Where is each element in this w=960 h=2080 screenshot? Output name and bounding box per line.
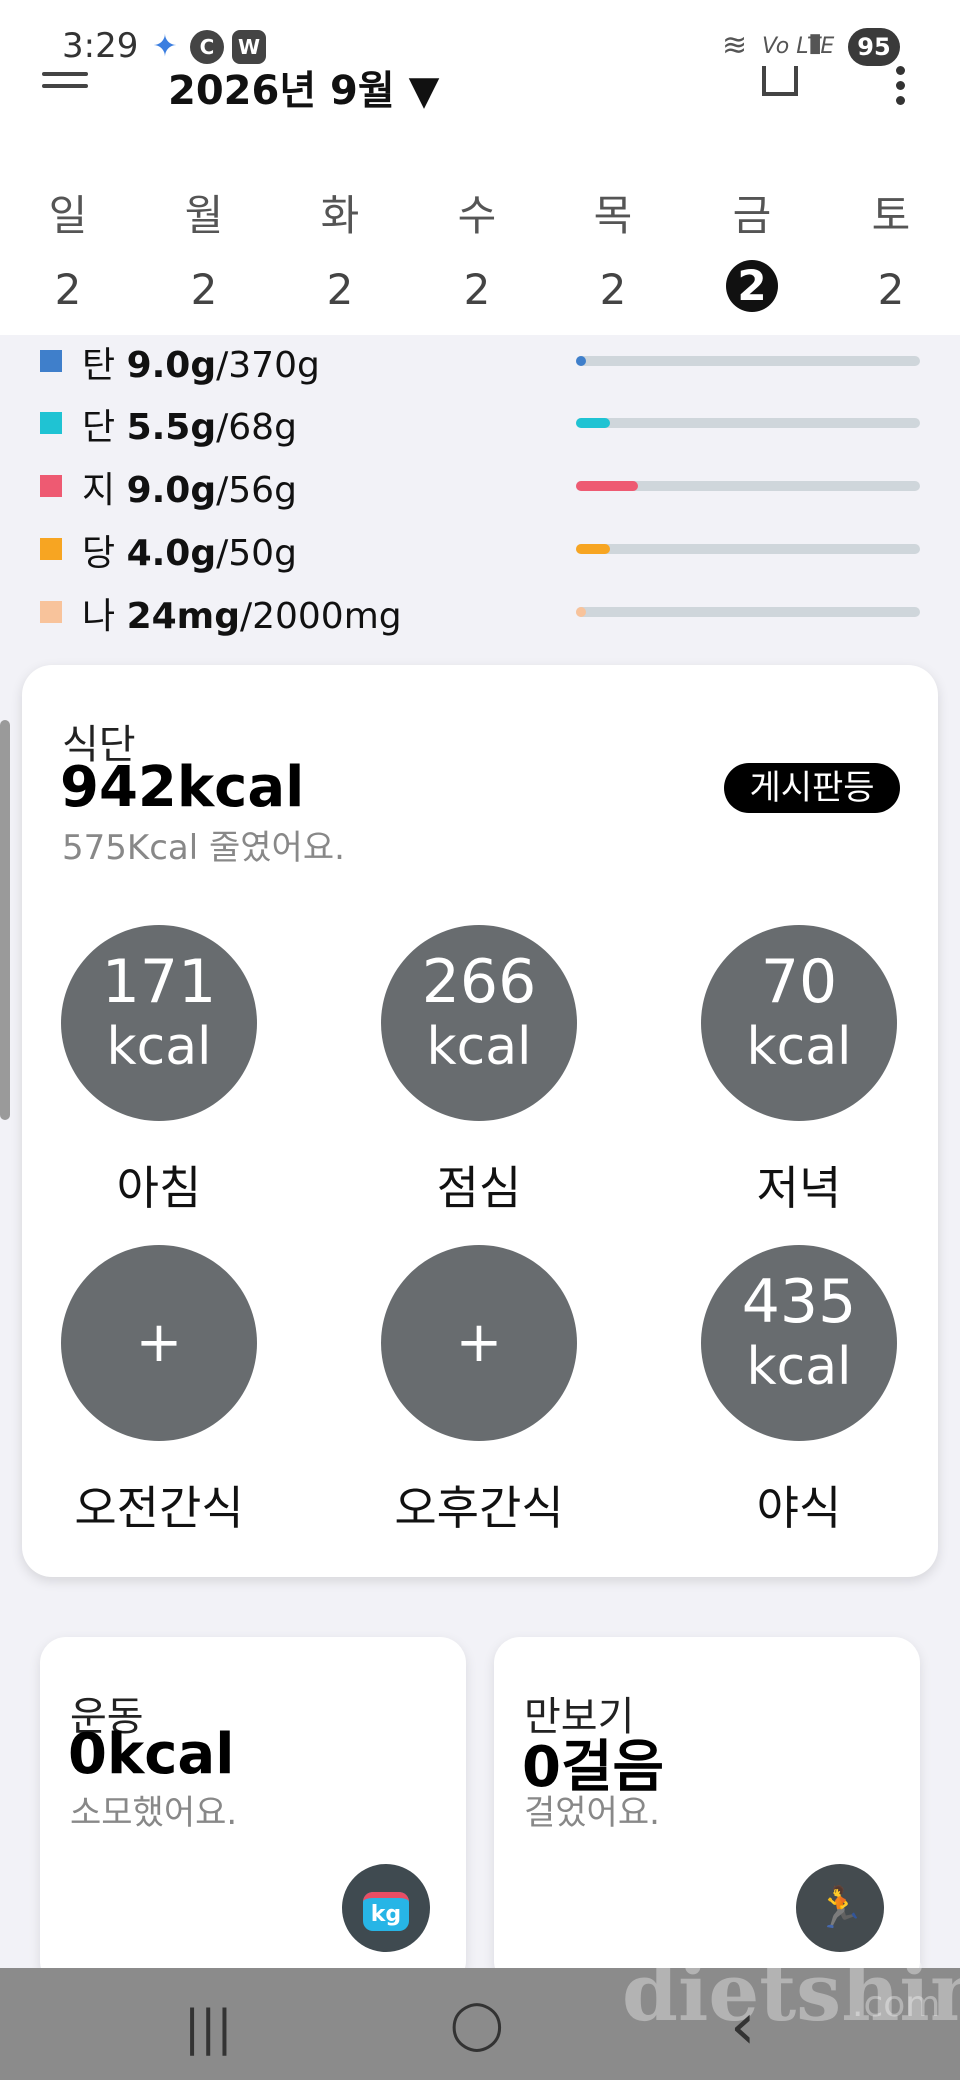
late-night-snack-unit: kcal <box>746 1337 852 1397</box>
wifi-icon: ≋ <box>722 28 748 63</box>
nutrient-goal: /68g <box>216 407 297 448</box>
afternoon-snack-label: 오후간식 <box>394 1481 564 1535</box>
lunch-unit: kcal <box>426 1017 532 1077</box>
calendar-icon[interactable] <box>762 66 798 96</box>
weekday-tue: 화 <box>320 191 360 240</box>
month-selector[interactable]: 2026년 9월 ▼ <box>168 58 439 116</box>
nutrient-progress-fill <box>576 544 611 554</box>
dinner-label: 저녁 <box>756 1161 842 1215</box>
kettlebell-text: kg <box>362 1892 410 1931</box>
date-wed[interactable]: 2 <box>437 265 517 314</box>
nutrient-row-sugar: 당 4.0g/50g <box>40 528 920 576</box>
board-button[interactable]: 게시판등 <box>724 763 900 813</box>
nutrient-row-carbs: 탄 9.0g/370g <box>40 340 920 388</box>
nutrient-goal: /50g <box>216 533 297 574</box>
fat-color-swatch <box>40 475 62 497</box>
breakfast-label: 아침 <box>116 1161 202 1215</box>
weekday-wed: 수 <box>457 191 497 240</box>
weekday-sat: 토 <box>871 191 911 240</box>
lunch-kcal: 266 <box>421 947 537 1017</box>
home-button[interactable]: ◯ <box>450 1996 504 2052</box>
kettlebell-icon[interactable]: kg <box>342 1864 430 1952</box>
nutrient-goal: /56g <box>216 470 297 511</box>
date-sun[interactable]: 2 <box>28 265 108 314</box>
battery-indicator: 95 <box>848 28 900 66</box>
breakfast-kcal: 171 <box>101 947 217 1017</box>
late-night-snack-button[interactable]: 435 kcal <box>701 1245 897 1441</box>
runner-icon[interactable]: 🏃 <box>796 1864 884 1952</box>
nutrient-progress-fill <box>576 418 611 428</box>
volte-label: Vo LTE <box>762 34 835 59</box>
morning-snack-label: 오전간식 <box>74 1481 244 1535</box>
nutrient-progress-fill <box>576 607 587 617</box>
exercise-sub: 소모했어요. <box>70 1793 238 1833</box>
lunch-button[interactable]: 266 kcal <box>381 925 577 1121</box>
recent-apps-button[interactable]: ||| <box>184 2000 233 2056</box>
nutrient-amount: 4.0g <box>126 533 217 574</box>
breakfast-unit: kcal <box>106 1017 212 1077</box>
status-time: 3:29 <box>62 26 139 66</box>
nutrient-amount: 24mg <box>126 596 240 637</box>
nutrient-label: 탄 <box>82 345 116 386</box>
pedometer-sub: 걸었어요. <box>524 1793 660 1833</box>
nutrient-label: 당 <box>82 533 116 574</box>
sugar-color-swatch <box>40 538 62 560</box>
late-night-snack-kcal: 435 <box>741 1267 857 1337</box>
nutrient-row-fat: 지 9.0g/56g <box>40 465 920 513</box>
morning-snack-button[interactable]: + <box>61 1245 257 1441</box>
meal-card-kcal: 942kcal <box>60 755 305 820</box>
protein-color-swatch <box>40 412 62 434</box>
nutrient-progress-bar <box>576 481 920 491</box>
nutrient-label: 단 <box>82 407 116 448</box>
sodium-color-swatch <box>40 601 62 623</box>
nutrient-progress-bar <box>576 544 920 554</box>
lunch-label: 점심 <box>436 1161 522 1215</box>
nutrient-amount: 9.0g <box>126 470 217 511</box>
watermark-suffix: .com <box>852 1984 941 2025</box>
signal-icon: ▮ <box>808 28 823 58</box>
date-sat[interactable]: 2 <box>851 265 931 314</box>
scrollbar[interactable] <box>0 720 10 1120</box>
nutrient-row-sodium: 나 24mg/2000mg <box>40 591 920 639</box>
dinner-kcal: 70 <box>760 947 838 1017</box>
add-icon: + <box>135 1310 183 1375</box>
dinner-unit: kcal <box>746 1017 852 1077</box>
weekday-fri: 금 <box>732 191 772 240</box>
menu-icon[interactable] <box>42 72 88 102</box>
nutrient-progress-bar <box>576 418 920 428</box>
date-mon[interactable]: 2 <box>164 265 244 314</box>
afternoon-snack-button[interactable]: + <box>381 1245 577 1441</box>
more-options-icon[interactable] <box>896 66 906 111</box>
date-thu[interactable]: 2 <box>573 265 653 314</box>
nutrient-progress-fill <box>576 481 638 491</box>
carbs-color-swatch <box>40 350 62 372</box>
nutrient-goal: /370g <box>216 345 320 386</box>
date-tue[interactable]: 2 <box>300 265 380 314</box>
late-night-snack-label: 야식 <box>756 1481 842 1535</box>
nutrient-label: 나 <box>82 596 116 637</box>
weekday-thu: 목 <box>593 191 633 240</box>
exercise-kcal: 0kcal <box>68 1722 235 1787</box>
nutrient-label: 지 <box>82 470 116 511</box>
dinner-button[interactable]: 70 kcal <box>701 925 897 1121</box>
nutrient-goal: /2000mg <box>239 596 402 637</box>
meal-card-sub: 575Kcal 줄였어요. <box>62 828 345 868</box>
weekday-sun: 일 <box>48 191 88 240</box>
nutrient-progress-bar <box>576 607 920 617</box>
nutrient-progress-bar <box>576 356 920 366</box>
month-title: 2026년 9월 <box>168 68 395 114</box>
back-button[interactable]: ‹ <box>730 1990 756 2064</box>
nutrient-amount: 5.5g <box>126 407 217 448</box>
nutrient-row-protein: 단 5.5g/68g <box>40 402 920 450</box>
add-icon: + <box>455 1310 503 1375</box>
nutrient-amount: 9.0g <box>126 345 217 386</box>
breakfast-button[interactable]: 171 kcal <box>61 925 257 1121</box>
date-fri-selected[interactable]: 2 <box>726 260 778 312</box>
weekday-mon: 월 <box>184 191 224 240</box>
nutrient-progress-fill <box>576 356 587 366</box>
dropdown-arrow-icon: ▼ <box>408 68 440 114</box>
